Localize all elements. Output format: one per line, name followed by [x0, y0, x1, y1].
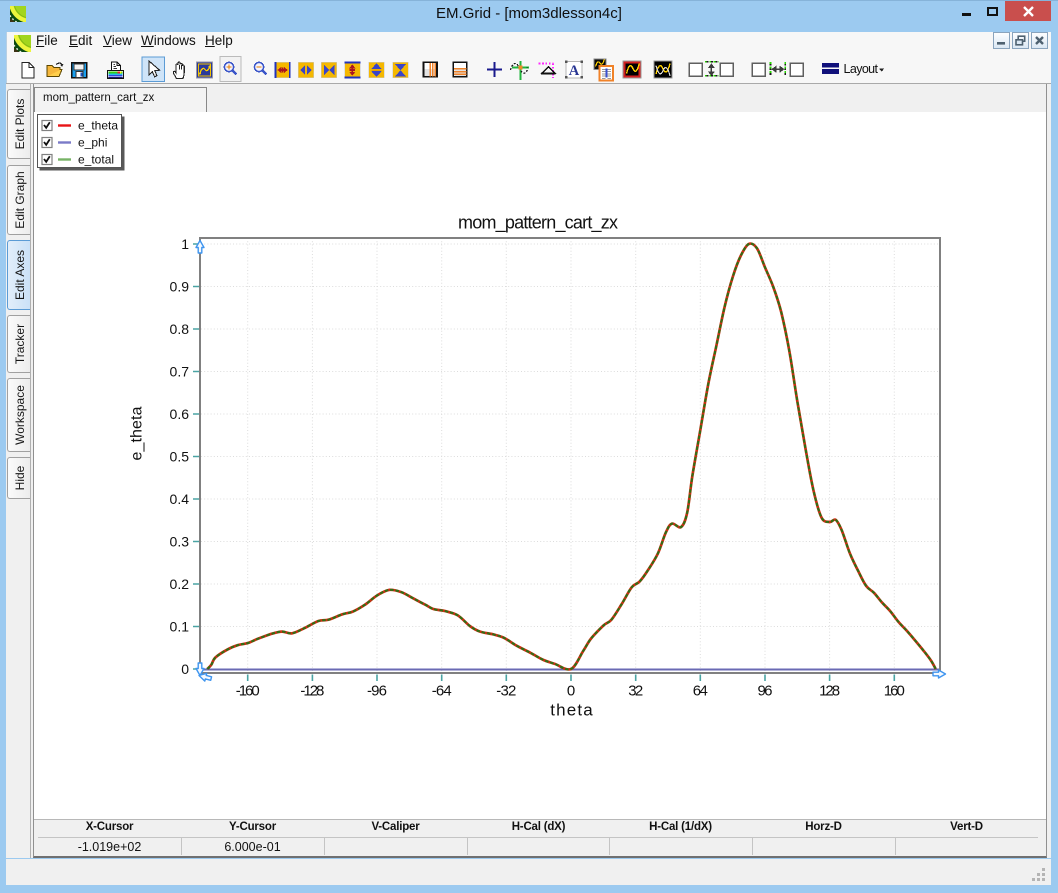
- svg-text:-96: -96: [367, 683, 387, 700]
- svg-text:-32: -32: [496, 683, 516, 700]
- svg-text:Layout: Layout: [844, 62, 879, 76]
- svg-text:0.5: 0.5: [170, 449, 190, 465]
- svg-text:0.4: 0.4: [170, 491, 190, 507]
- svg-text:-160: -160: [236, 683, 260, 700]
- svg-text:128: 128: [819, 683, 840, 700]
- svg-text:0.2: 0.2: [170, 576, 190, 592]
- svg-text:mom_pattern_cart_zx: mom_pattern_cart_zx: [458, 213, 618, 234]
- svg-text:e_phi: e_phi: [78, 136, 107, 150]
- svg-text:0.1: 0.1: [170, 619, 190, 635]
- svg-text:96: 96: [758, 683, 773, 700]
- svg-text:160: 160: [884, 683, 905, 700]
- svg-text:0.7: 0.7: [170, 364, 190, 380]
- svg-text:A: A: [569, 63, 580, 79]
- svg-text:e_total: e_total: [78, 153, 114, 167]
- svg-text:1: 1: [181, 236, 189, 252]
- svg-text:32: 32: [628, 683, 643, 700]
- svg-text:e_theta: e_theta: [78, 119, 118, 133]
- svg-text:0: 0: [567, 683, 575, 700]
- svg-text:0.3: 0.3: [170, 534, 190, 550]
- svg-text:-128: -128: [300, 683, 324, 700]
- svg-text:0.6: 0.6: [170, 406, 190, 422]
- svg-text:e_theta: e_theta: [129, 406, 146, 460]
- svg-text:64: 64: [693, 683, 708, 700]
- svg-text:0: 0: [181, 661, 189, 677]
- svg-text:theta: theta: [550, 701, 593, 720]
- svg-text:0.8: 0.8: [170, 321, 190, 337]
- svg-text:-64: -64: [432, 683, 452, 700]
- svg-text:0.9: 0.9: [170, 279, 190, 295]
